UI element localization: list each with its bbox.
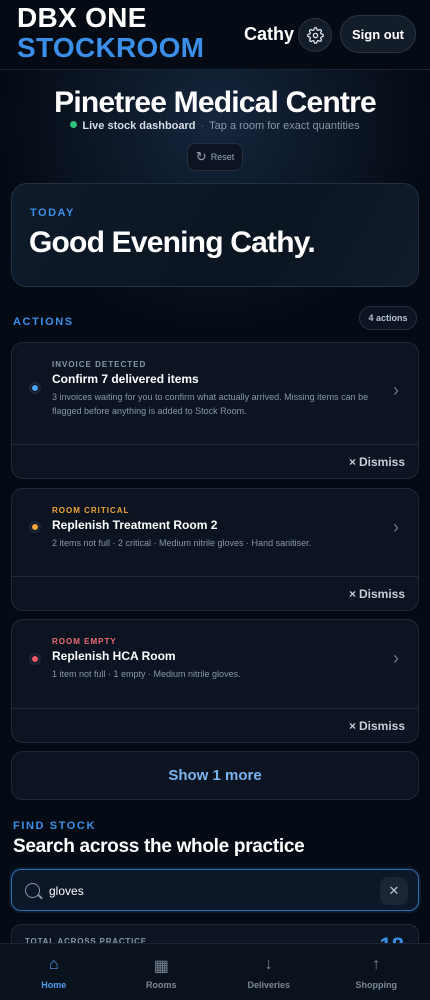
action-title: Confirm 7 delivered items	[52, 372, 199, 386]
close-icon: ×	[348, 587, 356, 601]
action-description: 1 item not full · 1 empty · Medium nitri…	[52, 669, 241, 679]
dismiss-button[interactable]: × Dismiss	[349, 587, 405, 601]
rooms-grid-icon: ▦	[153, 958, 169, 975]
arrow-down-icon: ↓	[264, 956, 273, 973]
action-card-room-empty: ROOM EMPTY Replenish HCA Room 1 item not…	[11, 619, 419, 743]
action-kicker: ROOM EMPTY	[52, 637, 117, 646]
search-field: ✕	[11, 869, 419, 911]
action-title: Replenish Treatment Room 2	[52, 518, 218, 532]
refresh-icon: ↻	[195, 149, 207, 164]
clear-search-button[interactable]: ✕	[380, 877, 408, 905]
action-kicker: INVOICE DETECTED	[52, 360, 147, 369]
dismiss-label: Dismiss	[358, 719, 405, 733]
action-card-body[interactable]: ROOM EMPTY Replenish HCA Room 1 item not…	[12, 620, 418, 708]
action-card-footer: × Dismiss	[12, 444, 418, 478]
nav-shopping[interactable]: ↑ Shopping	[323, 944, 430, 1000]
arrow-up-icon: ↑	[372, 956, 381, 973]
nav-deliveries[interactable]: ↓ Deliveries	[215, 944, 323, 1000]
action-card-footer: × Dismiss	[12, 576, 418, 610]
action-card-invoice: INVOICE DETECTED Confirm 7 delivered ite…	[11, 342, 419, 479]
status-dot	[29, 653, 41, 665]
gear-icon	[306, 26, 324, 44]
nav-label: Shopping	[355, 980, 398, 990]
brand-logo: DBX ONE STOCKROOM	[17, 3, 204, 63]
chevron-right-icon: ›	[393, 517, 399, 537]
action-card-room-critical: ROOM CRITICAL Replenish Treatment Room 2…	[11, 488, 419, 611]
user-name: Cathy	[244, 24, 295, 44]
nav-rooms[interactable]: ▦ Rooms	[108, 944, 216, 1000]
live-label: Live stock dashboard	[82, 120, 196, 132]
action-card-body[interactable]: ROOM CRITICAL Replenish Treatment Room 2…	[12, 489, 418, 576]
action-kicker: ROOM CRITICAL	[52, 506, 130, 515]
nav-label: Deliveries	[247, 980, 291, 990]
action-card-footer: × Dismiss	[12, 708, 418, 742]
dismiss-label: Dismiss	[358, 587, 405, 601]
status-dot	[29, 521, 41, 533]
brand-line-1: DBX ONE	[17, 2, 147, 33]
search-input[interactable]	[49, 880, 369, 902]
dismiss-button[interactable]: × Dismiss	[349, 719, 405, 733]
close-icon: ×	[348, 719, 356, 733]
dismiss-label: Dismiss	[358, 455, 405, 469]
sign-out-button[interactable]: Sign out	[340, 15, 416, 53]
action-description: 2 items not full · 2 critical · Medium n…	[52, 538, 312, 548]
brand-line-2: STOCKROOM	[17, 32, 205, 63]
chevron-right-icon: ›	[393, 380, 399, 400]
close-icon: ×	[348, 455, 356, 469]
reset-button[interactable]: ↻ Reset	[187, 143, 243, 171]
greeting-message: Good Evening Cathy.	[29, 226, 316, 259]
dashboard-subline: Live stock dashboard · Tap a room for exac…	[0, 120, 430, 132]
nav-label: Home	[41, 980, 67, 990]
nav-home[interactable]: ⌂ Home	[0, 944, 108, 1000]
nav-label: Rooms	[145, 980, 177, 990]
room-hint: Tap a room for exact quantities	[209, 120, 360, 132]
separator-dot: ·	[200, 120, 205, 132]
actions-count-badge: 4 actions	[359, 306, 417, 330]
bottom-nav: ⌂ Home ▦ Rooms ↓ Deliveries ↑ Shopping	[0, 943, 430, 1000]
settings-button[interactable]	[298, 18, 332, 52]
action-title: Replenish HCA Room	[52, 649, 176, 663]
chevron-right-icon: ›	[393, 648, 399, 668]
dismiss-button[interactable]: × Dismiss	[349, 455, 405, 469]
live-status-dot	[70, 121, 78, 128]
reset-label: Reset	[210, 152, 235, 162]
action-card-body[interactable]: INVOICE DETECTED Confirm 7 delivered ite…	[12, 343, 418, 444]
top-bar: DBX ONE STOCKROOM Cathy Sign out	[0, 0, 430, 70]
practice-title: Pinetree Medical Centre	[54, 86, 377, 119]
actions-heading: ACTIONS	[13, 316, 74, 328]
find-stock-title: Search across the whole practice	[13, 836, 305, 857]
greeting-card: TODAY Good Evening Cathy.	[11, 183, 419, 287]
home-icon: ⌂	[48, 956, 59, 973]
status-dot	[29, 382, 41, 394]
find-stock-heading: FIND STOCK	[13, 820, 97, 832]
search-icon	[25, 883, 40, 898]
greeting-kicker: TODAY	[30, 207, 75, 219]
action-description: 3 invoices waiting for you to confirm wh…	[52, 392, 369, 416]
show-more-button[interactable]: Show 1 more	[11, 751, 419, 800]
